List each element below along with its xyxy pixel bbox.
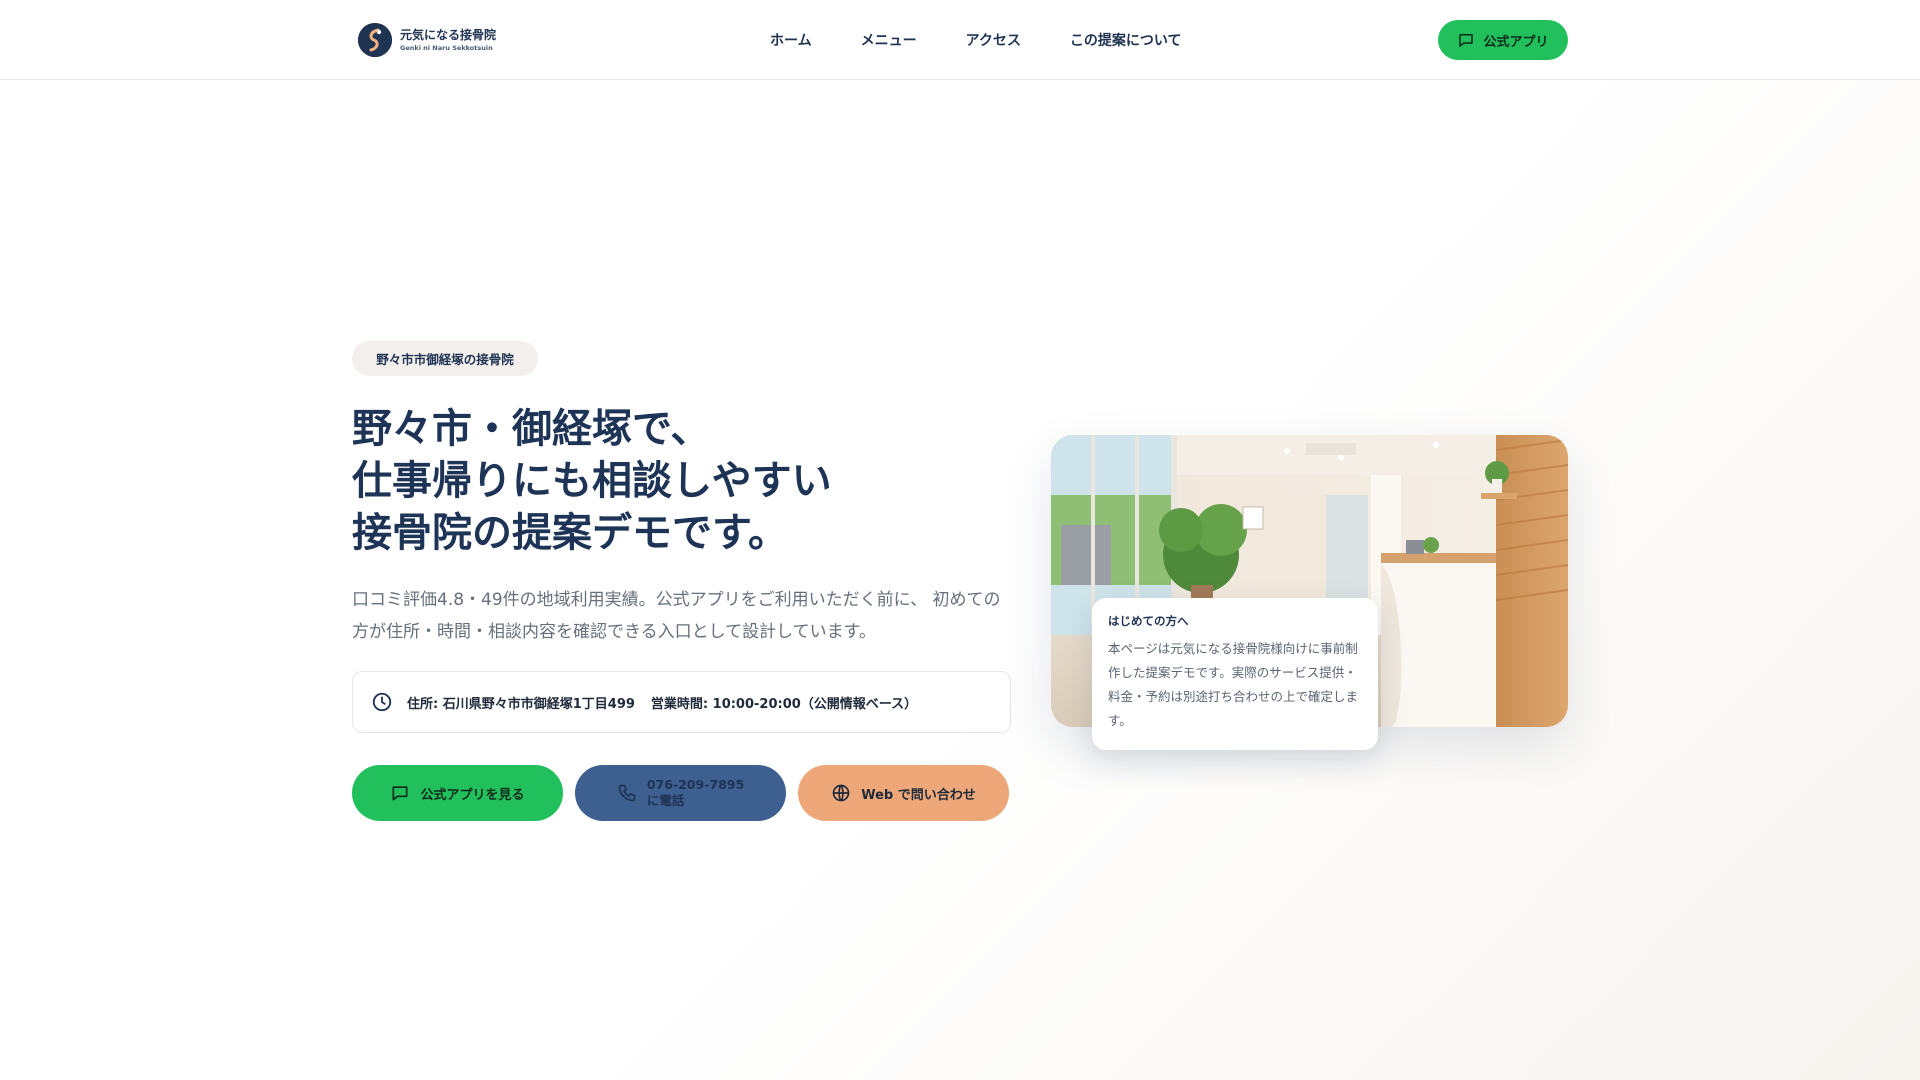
hero-title: 野々市・御経塚で、 仕事帰りにも相談しやすい 接骨院の提案デモです。 [352,403,992,559]
view-app-button-label: 公式アプリを見る [420,787,525,803]
note-body: 本ページは元気になる接骨院様向けに事前制作した提案デモです。実際のサービス提供・… [1108,641,1359,728]
note-title: はじめての方へ [1108,614,1189,628]
location-tag: 野々市市御経塚の接骨院 [352,341,538,376]
web-inquiry-button[interactable]: Web で問い合わせ [798,765,1009,821]
view-app-button[interactable]: 公式アプリを見る [352,765,563,821]
site-logo[interactable]: 元気になる接骨院 Genki ni Naru Sekkotsuin [358,22,496,58]
official-app-button[interactable]: 公式アプリ [1438,20,1568,60]
phone-suffix: に電話 [646,793,685,808]
address-hours-text: 住所: 石川県野々市市御経塚1丁目499 営業時間: 10:00-20:00（公開… [407,693,917,712]
first-visit-note: はじめての方へ 本ページは元気になる接骨院様向けに事前制作した提案デモです。実際… [1092,598,1378,750]
globe-icon [832,784,850,802]
official-app-button-label: 公式アプリ [1483,34,1549,50]
nav-access[interactable]: アクセス [966,30,1021,50]
hero-title-line-1: 野々市・御経塚で、 [352,406,711,452]
call-button[interactable]: 076-209-7895 に電話 [575,765,786,821]
phone-number: 076-209-7895 [646,777,745,792]
chat-bubble-icon [1459,34,1474,47]
address-hours-box: 住所: 石川県野々市市御経塚1丁目499 営業時間: 10:00-20:00（公開… [352,671,1011,733]
nav-about-proposal[interactable]: この提案について [1070,30,1182,50]
web-inquiry-button-label: Web で問い合わせ [861,787,976,803]
nav-menu[interactable]: メニュー [861,30,917,50]
address-text: 住所: 石川県野々市市御経塚1丁目499 [407,696,635,712]
logo-name: 元気になる接骨院 [400,27,497,42]
logo-subtitle: Genki ni Naru Sekkotsuin [400,43,493,52]
hero-title-line-2: 仕事帰りにも相談しやすい [352,458,832,504]
site-header: 元気になる接骨院 Genki ni Naru Sekkotsuin ホーム メニ… [0,0,1920,80]
cta-row: 公式アプリを見る 076-209-7895 に電話 Web で問い合わせ [352,765,1009,821]
logo-mark-icon [358,23,392,57]
hero-description: 口コミ評価4.8・49件の地域利用実績。公式アプリをご利用いただく前に、 初めて… [352,590,1001,642]
hero-title-line-3: 接骨院の提案デモです。 [352,510,788,556]
chat-bubble-icon [392,786,408,801]
hours-text: 営業時間: 10:00-20:00（公開情報ベース） [650,696,918,712]
phone-icon [618,784,636,802]
nav-home[interactable]: ホーム [770,30,812,50]
main-nav: ホーム メニュー アクセス この提案について [770,28,1182,52]
clock-icon [372,692,392,712]
